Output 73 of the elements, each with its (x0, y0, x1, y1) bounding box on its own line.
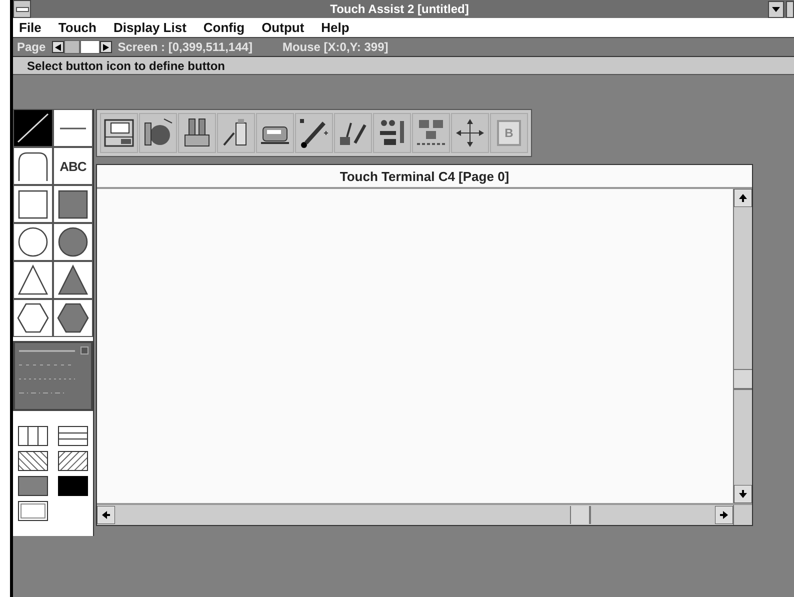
toolbar-button[interactable] (139, 113, 177, 153)
tool-button[interactable] (13, 147, 53, 185)
mouse-coordinates: Mouse [X:0,Y: 399] (282, 40, 388, 54)
left-arrow-icon (54, 44, 61, 50)
filled-hexagon-icon (56, 302, 90, 334)
toolbar-button[interactable] (373, 113, 411, 153)
toolbar-button[interactable] (100, 113, 138, 153)
toolbar-button[interactable] (178, 113, 216, 153)
minimize-button[interactable] (768, 0, 784, 18)
system-menu-button[interactable] (13, 0, 31, 18)
scroll-thumb[interactable] (570, 506, 591, 524)
shaded-fill-icon (18, 476, 48, 496)
pencil-icon (298, 117, 330, 149)
tool-button[interactable] (53, 185, 93, 223)
tool-button[interactable] (13, 223, 53, 261)
next-page-button[interactable] (100, 41, 112, 53)
toolbar-button[interactable] (295, 113, 333, 153)
filled-square-icon (56, 188, 90, 220)
toolbar-button[interactable] (334, 113, 372, 153)
menu-item[interactable]: Help (321, 20, 350, 35)
page-field[interactable] (80, 40, 100, 54)
arch-icon (16, 150, 50, 182)
horizontal-line-icon (59, 126, 87, 130)
menu-item[interactable]: Output (262, 20, 304, 35)
tool-button[interactable] (53, 109, 93, 147)
move-arrows-icon (454, 117, 486, 149)
menu-item[interactable]: File (19, 20, 42, 35)
right-arrow-icon (102, 44, 109, 50)
scroll-left-icon (97, 506, 115, 524)
size-box (733, 505, 752, 525)
triangle-icon (16, 264, 50, 296)
scroll-up-icon (734, 189, 752, 207)
tool-button[interactable] (53, 299, 93, 337)
scroll-right-icon (715, 506, 733, 524)
vertical-scrollbar[interactable] (733, 189, 752, 503)
tool-button[interactable] (13, 299, 53, 337)
tool-button[interactable]: ABC (53, 147, 93, 185)
diagonal-line-icon (16, 112, 50, 144)
prompt-text: Select button icon to define button (27, 58, 225, 72)
maximize-button[interactable] (786, 0, 794, 18)
window-title: Touch Assist 2 [untitled] (329, 2, 470, 16)
tool-button[interactable] (13, 261, 53, 299)
hatch-pattern-icon (58, 451, 88, 471)
square-icon (16, 188, 50, 220)
scroll-down-icon (734, 485, 752, 503)
menu-item[interactable]: Display List (113, 20, 186, 35)
tool-button[interactable] (13, 185, 53, 223)
scroll-thumb[interactable] (734, 369, 752, 390)
document-title: Touch Terminal C4 [Page 0] (340, 168, 510, 184)
down-arrow-icon (772, 6, 780, 12)
frame-icon (18, 501, 48, 521)
menu-item[interactable]: Config (203, 20, 245, 35)
horizontal-bars-pattern-icon (58, 426, 88, 446)
tool-button[interactable] (53, 261, 93, 299)
circle-icon (16, 226, 50, 258)
screen-coordinates: Screen : [0,399,511,144] (118, 40, 252, 54)
toolbar-button[interactable] (256, 113, 294, 153)
hatch-pattern-icon (18, 451, 48, 471)
filled-triangle-icon (56, 264, 90, 296)
vertical-bars-pattern-icon (18, 426, 48, 446)
menu-item[interactable]: Touch (58, 20, 96, 35)
toolbar-button[interactable] (217, 113, 255, 153)
filled-circle-icon (56, 226, 90, 258)
tool-button[interactable] (13, 109, 53, 147)
window-layout-icon (103, 117, 135, 149)
page-field[interactable] (64, 40, 80, 54)
hexagon-icon (16, 302, 50, 334)
horizontal-scrollbar[interactable] (97, 505, 733, 525)
page-label: Page (17, 40, 46, 54)
solid-fill-icon (58, 476, 88, 496)
tool-button[interactable] (53, 223, 93, 261)
previous-page-button[interactable] (52, 41, 64, 53)
toolbar-button[interactable] (451, 113, 489, 153)
